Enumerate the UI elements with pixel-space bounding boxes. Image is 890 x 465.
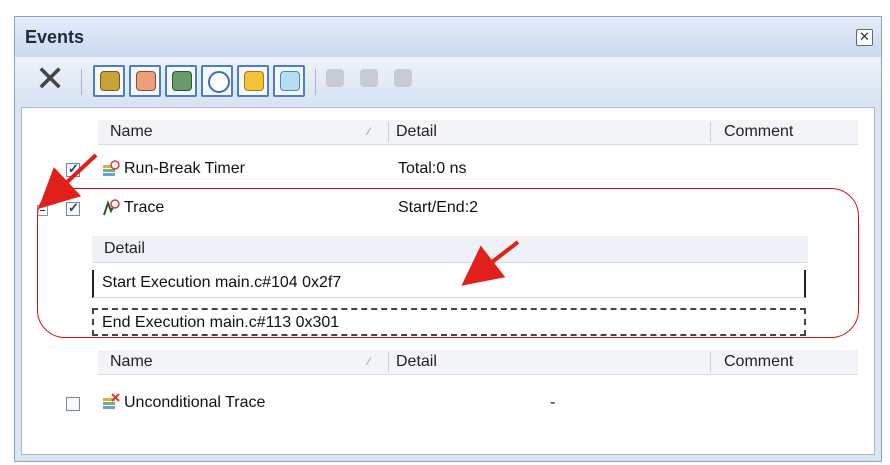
- annotation-arrows: [38, 153, 520, 286]
- arrow-to-collapse-icon: [38, 153, 98, 209]
- arrow-to-detail-row: [461, 240, 520, 286]
